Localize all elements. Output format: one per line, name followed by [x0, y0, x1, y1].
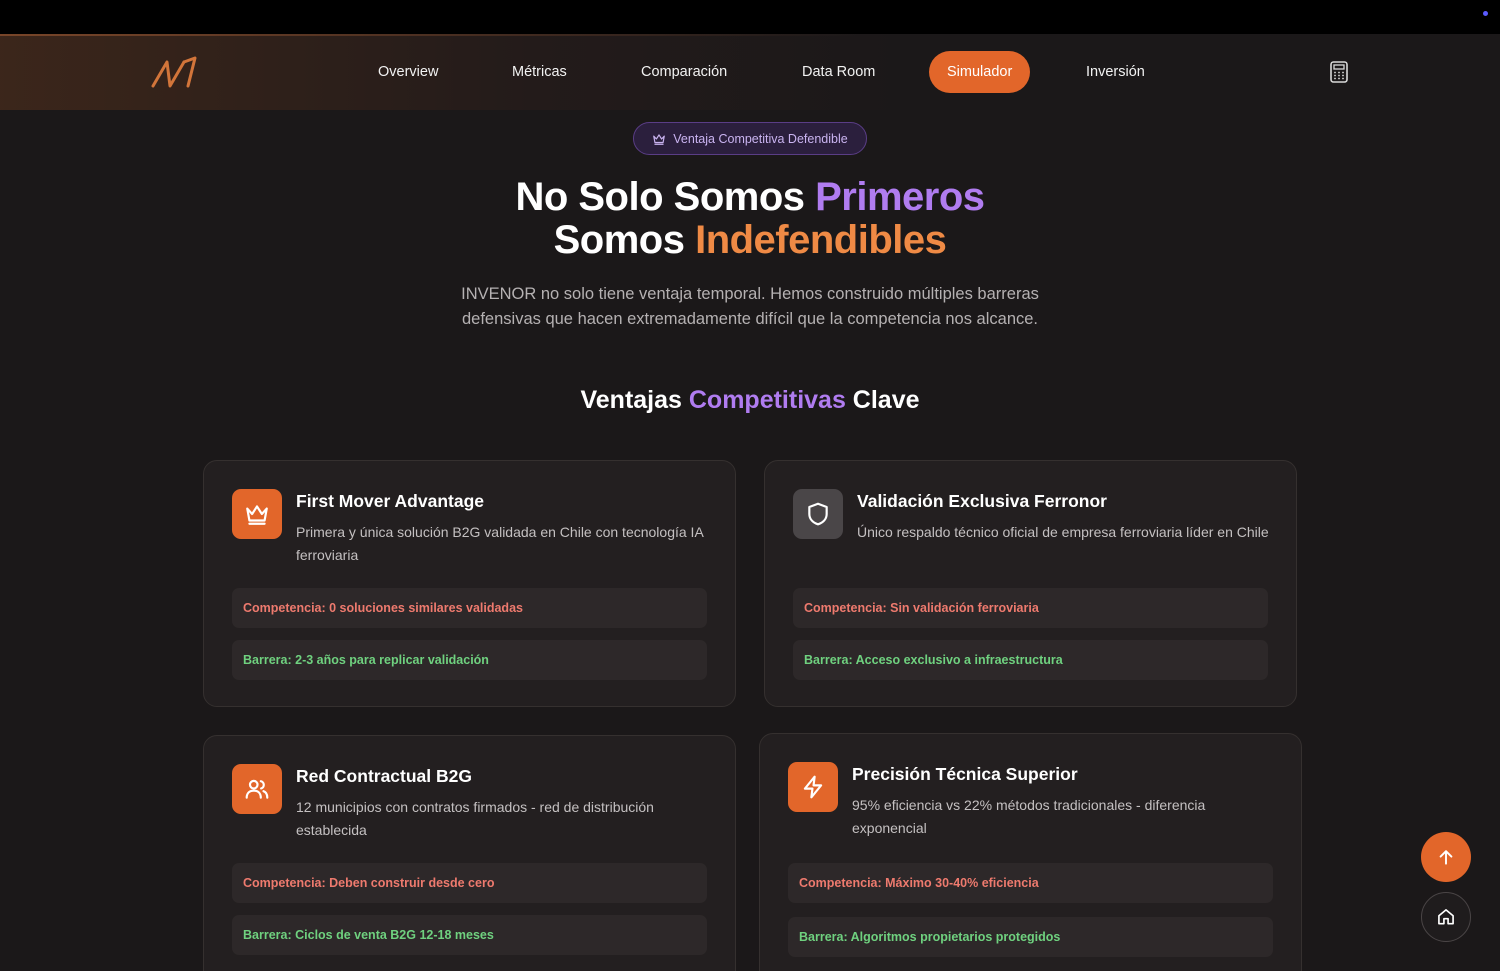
competition-pill: Competencia: Sin validación ferroviaria: [793, 588, 1268, 628]
card-title: Red Contractual B2G: [296, 766, 472, 786]
barrier-pill: Barrera: Ciclos de venta B2G 12-18 meses: [232, 915, 707, 955]
hero-title: No Solo Somos Primeros Somos Indefendibl…: [0, 176, 1500, 262]
nav-comparacion[interactable]: Comparación: [641, 51, 727, 93]
advantage-card-ferronor: Validación Exclusiva Ferronor Único resp…: [764, 460, 1297, 707]
card-description: Primera y única solución B2G validada en…: [296, 524, 704, 563]
calculator-icon[interactable]: [1329, 61, 1349, 83]
card-description: 12 municipios con contratos firmados - r…: [296, 799, 654, 838]
card-icon-box: [232, 764, 282, 814]
badge-label: Ventaja Competitiva Defendible: [673, 131, 848, 146]
barrier-pill: Barrera: Acceso exclusivo a infraestruct…: [793, 640, 1268, 680]
nav-data-room[interactable]: Data Room: [802, 51, 875, 93]
hero-line2-a: Somos: [553, 218, 696, 262]
card-title: Precisión Técnica Superior: [852, 764, 1078, 784]
main-nav: Overview Métricas Comparación Data Room …: [0, 51, 1500, 93]
card-title: Validación Exclusiva Ferronor: [857, 491, 1107, 511]
nav-inversion[interactable]: Inversión: [1086, 51, 1145, 93]
advantage-card-precision: Precisión Técnica Superior 95% eficienci…: [759, 733, 1302, 971]
competition-pill: Competencia: Deben construir desde cero: [232, 863, 707, 903]
hero-line1-b: Primeros: [815, 175, 985, 219]
card-title: First Mover Advantage: [296, 491, 485, 511]
users-icon: [245, 779, 269, 799]
section-title-c: Clave: [845, 386, 920, 414]
nav-overview[interactable]: Overview: [378, 51, 438, 93]
hero-subtitle: INVENOR no solo tiene ventaja temporal. …: [461, 285, 1039, 328]
advantage-card-first-mover: First Mover Advantage Primera y única so…: [203, 460, 736, 707]
shield-icon: [808, 502, 828, 526]
home-button[interactable]: [1421, 892, 1471, 942]
crown-icon: [246, 505, 268, 525]
competition-pill: Competencia: 0 soluciones similares vali…: [232, 588, 707, 628]
lightning-icon: [803, 775, 823, 799]
home-icon: [1438, 909, 1454, 925]
scroll-to-top-button[interactable]: [1421, 832, 1471, 882]
nav-simulador[interactable]: Simulador: [929, 51, 1031, 93]
card-description: 95% eficiencia vs 22% métodos tradiciona…: [852, 797, 1206, 836]
competitive-advantage-badge: Ventaja Competitiva Defendible: [633, 122, 867, 155]
card-icon-box: [788, 762, 838, 812]
section-title-b: Competitivas: [688, 386, 846, 414]
barrier-pill: Barrera: Algoritmos propietarios protegi…: [788, 917, 1273, 957]
card-icon-box: [232, 489, 282, 539]
crown-icon: [653, 133, 666, 145]
advantage-card-b2g-network: Red Contractual B2G 12 municipios con co…: [203, 735, 736, 971]
arrow-up-icon: [1439, 850, 1453, 865]
card-icon-box: [793, 489, 843, 539]
card-description: Único respaldo técnico oficial de empres…: [857, 524, 1269, 540]
barrier-pill: Barrera: 2-3 años para replicar validaci…: [232, 640, 707, 680]
section-title: Ventajas Competitivas Clave: [0, 386, 1500, 415]
browser-top-bar: [0, 0, 1500, 34]
competition-pill: Competencia: Máximo 30-40% eficiencia: [788, 863, 1273, 903]
section-title-a: Ventajas: [580, 386, 689, 414]
status-dot: [1483, 11, 1488, 16]
site-header: Overview Métricas Comparación Data Room …: [0, 34, 1500, 110]
nav-metricas[interactable]: Métricas: [512, 51, 567, 93]
hero-line1-a: No Solo Somos: [515, 175, 816, 219]
hero-line2-b: Indefendibles: [695, 218, 947, 262]
